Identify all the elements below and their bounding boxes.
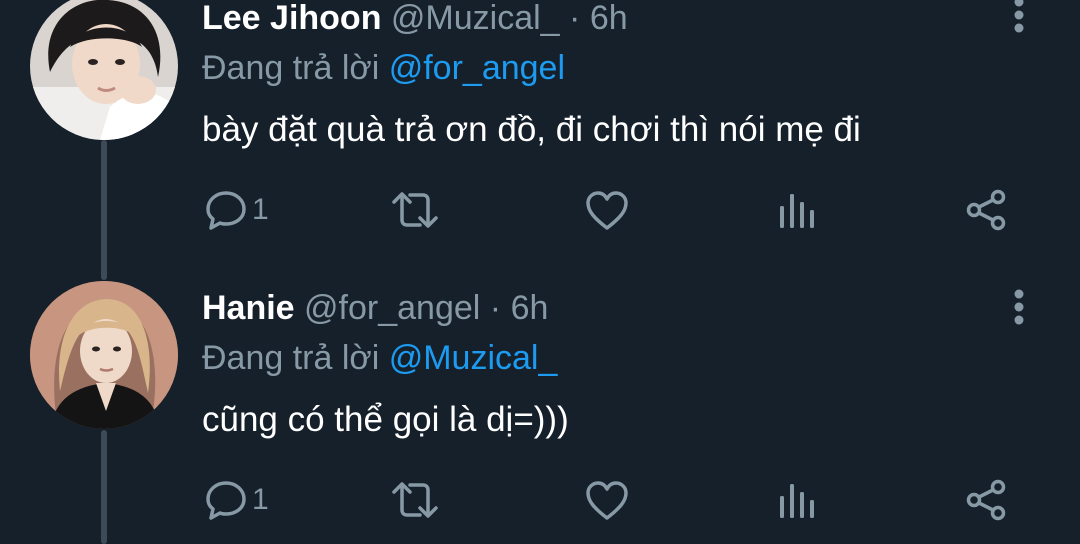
share-icon <box>964 188 1008 232</box>
analytics-icon <box>776 188 816 232</box>
tweet-header: Lee Jihoon @Muzical_ · 6h <box>202 0 628 38</box>
like-button[interactable] <box>584 475 630 525</box>
mention-link[interactable]: @Muzical_ <box>389 339 558 377</box>
action-bar: 1 <box>200 185 1020 235</box>
tweet-header: Hanie @for_angel · 6h <box>202 288 548 328</box>
share-button[interactable] <box>964 185 1008 235</box>
display-name[interactable]: Hanie <box>202 289 295 327</box>
handle[interactable]: @for_angel <box>304 289 480 327</box>
replying-to: Đang trả lời @Muzical_ <box>202 338 557 378</box>
reply-count: 1 <box>252 483 269 516</box>
reply-bubble-icon <box>204 188 248 232</box>
heart-icon <box>584 478 630 522</box>
tweet-thread: Lee Jihoon @Muzical_ · 6h Đang trả lời @… <box>0 0 1080 544</box>
reply-bubble-icon <box>204 478 248 522</box>
display-name[interactable]: Lee Jihoon <box>202 0 381 37</box>
mention-link[interactable]: @for_angel <box>389 49 565 87</box>
retweet-button[interactable] <box>390 185 440 235</box>
avatar[interactable] <box>30 281 178 429</box>
retweet-button[interactable] <box>390 475 440 525</box>
reply-button[interactable]: 1 <box>204 185 269 235</box>
timestamp[interactable]: 6h <box>511 289 549 327</box>
timestamp[interactable]: 6h <box>590 0 628 37</box>
separator: · <box>489 289 502 327</box>
reply-count: 1 <box>252 193 269 226</box>
separator: · <box>569 0 581 37</box>
analytics-icon <box>776 478 816 522</box>
more-vertical-icon[interactable] <box>1008 0 1030 36</box>
replying-prefix: Đang trả lời <box>202 339 380 377</box>
share-icon <box>964 478 1008 522</box>
tweet-text: cũng có thể gọi là dị=))) <box>202 400 569 439</box>
replying-prefix: Đang trả lời <box>202 49 380 87</box>
thread-line <box>101 430 107 544</box>
replying-to: Đang trả lời @for_angel <box>202 48 565 88</box>
action-bar: 1 <box>200 475 1020 525</box>
retweet-icon <box>390 478 440 522</box>
analytics-button[interactable] <box>776 475 816 525</box>
tweet-text: bày đặt quà trả ơn đồ, đi chơi thì nói m… <box>202 110 861 149</box>
more-vertical-icon[interactable] <box>1008 288 1030 328</box>
like-button[interactable] <box>584 185 630 235</box>
analytics-button[interactable] <box>776 185 816 235</box>
reply-button[interactable]: 1 <box>204 475 269 525</box>
share-button[interactable] <box>964 475 1008 525</box>
thread-line <box>101 140 107 280</box>
avatar[interactable] <box>30 0 178 140</box>
retweet-icon <box>390 188 440 232</box>
handle[interactable]: @Muzical_ <box>391 0 560 37</box>
heart-icon <box>584 188 630 232</box>
